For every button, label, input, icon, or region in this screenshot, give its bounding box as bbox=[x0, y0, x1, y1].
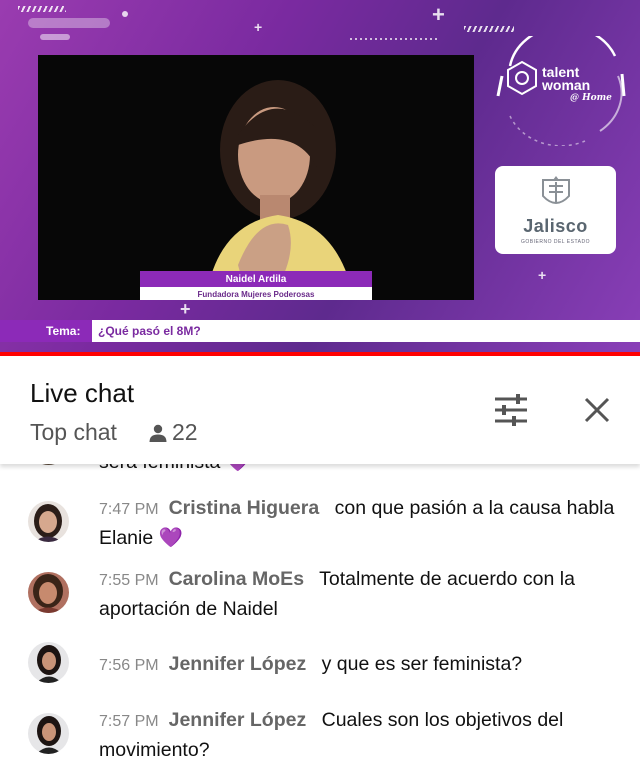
avatar-image bbox=[28, 572, 69, 613]
avatar bbox=[28, 464, 69, 465]
message-body: 7:47 PM Cristina Higuera con que pasión a… bbox=[99, 494, 619, 552]
message-author[interactable]: Carolina MoEs bbox=[169, 568, 304, 590]
message-body: sera feminista 💜 bbox=[99, 464, 619, 476]
video-player[interactable]: + + + + Naidel Ardila Fundadora Mujeres … bbox=[0, 0, 640, 354]
decor-dot bbox=[122, 11, 128, 17]
message-author[interactable]: Jennifer López bbox=[169, 653, 307, 675]
speaker-image bbox=[205, 80, 355, 300]
purple-heart-emoji: 💜 bbox=[226, 464, 250, 473]
decor-stripes bbox=[464, 26, 514, 32]
message-text: y que es ser feminista? bbox=[321, 653, 523, 675]
message-time: 7:57 PM bbox=[99, 713, 159, 730]
message-body: 7:55 PM Carolina MoEs Totalmente de acuer… bbox=[99, 565, 619, 623]
speaker-name: Naidel Ardila bbox=[140, 271, 372, 287]
avatar[interactable] bbox=[28, 501, 69, 542]
avatar[interactable] bbox=[28, 713, 69, 754]
message-body: 7:57 PM Jennifer López Cuales son los obj… bbox=[99, 706, 619, 764]
avatar-image bbox=[28, 642, 69, 683]
message-time: 7:55 PM bbox=[99, 572, 159, 589]
decor-plus: + bbox=[254, 19, 263, 35]
decor-plus: + bbox=[432, 2, 445, 27]
purple-heart-emoji: 💜 bbox=[158, 527, 183, 549]
topic-label: Tema: bbox=[0, 320, 92, 342]
chat-message-list[interactable]: sera feminista 💜 7:47 PM Cristina Higuera… bbox=[0, 464, 640, 768]
crest-icon bbox=[542, 176, 570, 204]
chat-title: Live chat bbox=[30, 378, 135, 408]
message-author[interactable]: Cristina Higuera bbox=[169, 497, 320, 519]
message-time: 7:47 PM bbox=[99, 501, 159, 518]
speaker-role: Fundadora Mujeres Poderosas bbox=[140, 287, 372, 300]
live-chat-header: Live chat Top chat 22 bbox=[0, 356, 640, 464]
sponsor-name: Jalisco bbox=[523, 216, 588, 236]
decor-plus: + bbox=[180, 299, 191, 319]
message-author[interactable]: Jennifer López bbox=[169, 709, 307, 731]
decor-dotted-line bbox=[350, 38, 440, 40]
close-icon[interactable] bbox=[582, 395, 612, 425]
avatar-image bbox=[28, 713, 69, 754]
topic-text: ¿Qué pasó el 8M? bbox=[92, 320, 640, 342]
speaker-webcam: Naidel Ardila Fundadora Mujeres Poderosa… bbox=[38, 55, 474, 300]
topic-banner: Tema: ¿Qué pasó el 8M? bbox=[0, 320, 640, 342]
message-time: 7:56 PM bbox=[99, 657, 159, 674]
decor-bar bbox=[40, 34, 70, 40]
speaker-lower-third: Naidel Ardila Fundadora Mujeres Poderosa… bbox=[140, 271, 372, 300]
sponsor-subtitle: GOBIERNO DEL ESTADO bbox=[521, 239, 590, 245]
chat-mode-selector[interactable]: Top chat bbox=[30, 419, 117, 446]
avatar[interactable] bbox=[28, 642, 69, 683]
filter-sliders-icon[interactable] bbox=[494, 394, 528, 426]
viewer-count: 22 bbox=[148, 419, 198, 446]
jalisco-sponsor-logo: Jalisco GOBIERNO DEL ESTADO bbox=[495, 166, 616, 254]
person-icon bbox=[149, 424, 167, 442]
avatar[interactable] bbox=[28, 572, 69, 613]
avatar-image bbox=[28, 501, 69, 542]
message-body: 7:56 PM Jennifer López y que es ser femin… bbox=[99, 650, 619, 680]
decor-bar bbox=[28, 18, 110, 28]
logo-wordmark: talent woman @ Home bbox=[542, 64, 612, 103]
talent-woman-logo: talent woman @ Home bbox=[490, 36, 630, 146]
decor-stripes bbox=[18, 6, 66, 12]
viewer-count-value: 22 bbox=[172, 419, 198, 445]
decor-plus: + bbox=[538, 267, 547, 283]
